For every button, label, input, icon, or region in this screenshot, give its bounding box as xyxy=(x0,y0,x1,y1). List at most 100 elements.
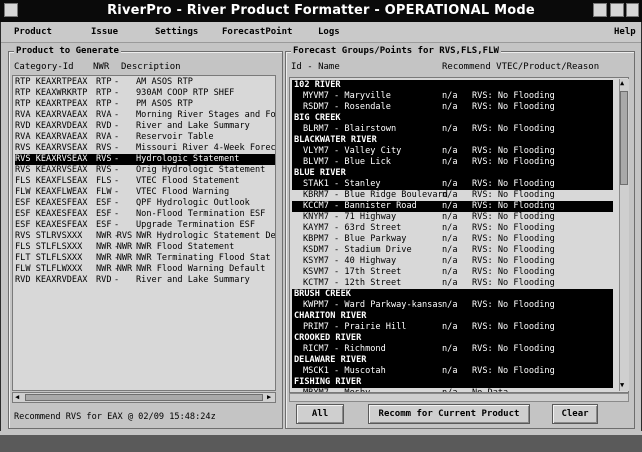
recommend-current-product-button[interactable]: Recomm for Current Product xyxy=(368,404,530,424)
forecast-group-header[interactable]: BRUSH CREEK xyxy=(292,289,613,300)
product-nwr: RVA xyxy=(96,110,112,120)
forecast-group-header[interactable]: CROOKED RIVER xyxy=(292,333,613,344)
forecast-group-header[interactable]: BLACKWATER RIVER xyxy=(292,135,613,146)
forecast-point-id: BLRM7 - Blairstown xyxy=(303,124,397,134)
forecast-point-vtec: n/a xyxy=(442,256,458,266)
menu-issue[interactable]: Issue xyxy=(91,27,118,37)
header-nwr: NWR xyxy=(93,62,110,72)
forecast-point-vtec: n/a xyxy=(442,179,458,189)
product-row[interactable]: RVS KEAXRVSEAX RVS - Missouri River 4-Week … xyxy=(15,143,275,154)
forecast-group-header[interactable]: CHARITON RIVER xyxy=(292,311,613,322)
forecast-point-id: PRIM7 - Prairie Hill xyxy=(303,322,407,332)
product-row[interactable]: RVS KEAXRVSEAX RVS - Orig Hydrologic Statem… xyxy=(15,165,275,176)
forecast-point-list[interactable]: 102 RIVER MYVM7 - Maryville n/a RVS: No Flo… xyxy=(289,77,629,393)
forecast-point-vtec: n/a xyxy=(442,234,458,244)
forecast-point-row[interactable]: VLYM7 - Valley City n/a RVS: No Flooding xyxy=(292,146,613,157)
product-row[interactable]: RTP KEAXWRKRTP RTP - 930AM COOP RTP SHEF xyxy=(15,88,275,99)
product-list-hscroll-thumb[interactable] xyxy=(25,394,263,401)
forecast-point-row[interactable]: KCTM7 - 12th Street n/a RVS: No Flooding xyxy=(292,278,613,289)
product-row[interactable]: FLT STLFLSXXX NWR NWR - NWR Terminating Flo… xyxy=(15,253,275,264)
forecast-point-id: RICM7 - Richmond xyxy=(303,344,386,354)
product-nwr: FLS xyxy=(96,176,112,186)
forecast-group-header[interactable]: 102 RIVER xyxy=(292,80,613,91)
forecast-list-vscroll-thumb[interactable] xyxy=(620,91,628,185)
product-row[interactable]: RVD KEAXRVDEAX RVD - River and Lake Summary xyxy=(15,121,275,132)
forecast-point-reason: RVS: No Flooding xyxy=(472,102,555,112)
forecast-point-row[interactable]: KSVM7 - 17th Street n/a RVS: No Flooding xyxy=(292,267,613,278)
forecast-point-row[interactable]: PRIM7 - Prairie Hill n/a RVS: No Flooding xyxy=(292,322,613,333)
product-row[interactable]: FLW KEAXFLWEAX FLW - VTEC Flood Warning xyxy=(15,187,275,198)
product-row[interactable]: RVA KEAXRVAEAX RVA - Morning River Stages a… xyxy=(15,110,275,121)
product-row[interactable]: ESF KEAXESFEAX ESF - Non-Flood Termination … xyxy=(15,209,275,220)
product-nwr: RVD xyxy=(96,275,112,285)
forecast-group-header[interactable]: BIG CREEK xyxy=(292,113,613,124)
menu-settings[interactable]: Settings xyxy=(155,27,198,37)
forecast-point-row[interactable]: KCCM7 - Bannister Road n/a RVS: No Floodin… xyxy=(292,201,613,212)
scroll-left-arrow-icon[interactable]: ◀ xyxy=(15,393,19,402)
product-description: NWR Flood Statement xyxy=(136,242,235,252)
forecast-point-row[interactable]: BLVM7 - Blue Lick n/a RVS: No Flooding xyxy=(292,157,613,168)
forecast-group-header[interactable]: DELAWARE RIVER xyxy=(292,355,613,366)
all-button[interactable]: All xyxy=(296,404,344,424)
forecast-point-vtec: n/a xyxy=(442,223,458,233)
forecast-point-row[interactable]: KSYM7 - 40 Highway n/a RVS: No Flooding xyxy=(292,256,613,267)
forecast-point-vtec: n/a xyxy=(442,300,458,310)
forecast-point-vtec: n/a xyxy=(442,322,458,332)
forecast-point-row[interactable]: BLRM7 - Blairstown n/a RVS: No Flooding xyxy=(292,124,613,135)
product-row[interactable]: RTP KEAXRTPEAX RTP - AM ASOS RTP xyxy=(15,77,275,88)
product-row[interactable]: RVD KEAXRVDEAX RVD - River and Lake Summary xyxy=(15,275,275,286)
scroll-up-arrow-icon[interactable]: ▲ xyxy=(620,79,624,88)
forecast-point-id: KSYM7 - 40 Highway xyxy=(303,256,397,266)
product-separator: - xyxy=(114,176,120,186)
forecast-point-row[interactable]: KBRM7 - Blue Ridge Boulevard n/a RVS: No F… xyxy=(292,190,613,201)
forecast-point-reason: RVS: No Flooding xyxy=(472,278,555,288)
menu-help[interactable]: Help xyxy=(614,27,636,37)
product-row[interactable]: RVS KEAXRVSEAX RVS - Hydrologic Statement xyxy=(15,154,275,165)
forecast-list-hscrollbar[interactable] xyxy=(289,393,629,402)
maximize-icon[interactable] xyxy=(610,3,624,17)
product-separator: - xyxy=(114,121,120,131)
forecast-point-row[interactable]: MYVM7 - Maryville n/a RVS: No Flooding xyxy=(292,91,613,102)
forecast-group-header[interactable]: FISHING RIVER xyxy=(292,377,613,388)
forecast-point-row[interactable]: RICM7 - Richmond n/a RVS: No Flooding xyxy=(292,344,613,355)
forecast-point-row[interactable]: KAYM7 - 63rd Street n/a RVS: No Flooding xyxy=(292,223,613,234)
scroll-down-arrow-icon[interactable]: ▼ xyxy=(620,381,624,390)
forecast-point-vtec: n/a xyxy=(442,245,458,255)
product-description: Upgrade Termination ESF xyxy=(136,220,255,230)
product-list[interactable]: RTP KEAXRTPEAX RTP - AM ASOS RTP RTP KEAXWRK… xyxy=(12,75,276,391)
forecast-point-row[interactable]: KSDM7 - Stadium Drive n/a RVS: No Flooding xyxy=(292,245,613,256)
forecast-point-row[interactable]: MSCK1 - Muscotah n/a RVS: No Flooding xyxy=(292,366,613,377)
product-category-id: FLS KEAXFLSEAX xyxy=(15,176,88,186)
product-row[interactable]: RVS STLRVSXXX NWR RVS - NWR Hydrologic Stat… xyxy=(15,231,275,242)
menu-product[interactable]: Product xyxy=(14,27,52,37)
scroll-right-arrow-icon[interactable]: ▶ xyxy=(267,393,271,402)
product-separator: - xyxy=(114,275,120,285)
forecast-point-row[interactable]: KBPM7 - Blue Parkway n/a RVS: No Flooding xyxy=(292,234,613,245)
clear-button[interactable]: Clear xyxy=(552,404,598,424)
product-category-id: FLS STLFLSXXX xyxy=(15,242,83,252)
product-row[interactable]: FLS KEAXFLSEAX FLS - VTEC Flood Statement xyxy=(15,176,275,187)
window-menu-icon[interactable] xyxy=(4,3,18,17)
forecast-point-id: KNYM7 - 71 Highway xyxy=(303,212,397,222)
forecast-point-vtec: n/a xyxy=(442,190,458,200)
product-row[interactable]: FLW STLFLWXXX NWR NWR - NWR Flood Warning D… xyxy=(15,264,275,275)
forecast-point-row[interactable]: KNYM7 - 71 Highway n/a RVS: No Flooding xyxy=(292,212,613,223)
forecast-group-header[interactable]: BLUE RIVER xyxy=(292,168,613,179)
product-row[interactable]: RVA KEAXRVAEAX RVA - Reservoir Table xyxy=(15,132,275,143)
menu-forecastpoint[interactable]: ForecastPoint xyxy=(222,27,292,37)
product-row[interactable]: ESF KEAXESFEAX ESF - QPF Hydrologic Outlook xyxy=(15,198,275,209)
close-icon[interactable] xyxy=(626,3,639,17)
forecast-point-reason: RVS: No Flooding xyxy=(472,344,555,354)
product-separator: - xyxy=(114,253,120,263)
forecast-point-row[interactable]: RSDM7 - Rosendale n/a RVS: No Flooding xyxy=(292,102,613,113)
product-separator: - xyxy=(114,220,120,230)
product-separator: - xyxy=(114,209,120,219)
product-row[interactable]: FLS STLFLSXXX NWR NWR - NWR Flood Statement xyxy=(15,242,275,253)
menu-logs[interactable]: Logs xyxy=(318,27,340,37)
product-row[interactable]: ESF KEAXESFEAX ESF - Upgrade Termination ES… xyxy=(15,220,275,231)
forecast-point-row[interactable]: STAK1 - Stanley n/a RVS: No Flooding xyxy=(292,179,613,190)
forecast-point-row[interactable]: KWPM7 - Ward Parkway-kansas n/a RVS: No Fl… xyxy=(292,300,613,311)
product-row[interactable]: RTP KEAXRTPEAX RTP - PM ASOS RTP xyxy=(15,99,275,110)
minimize-icon[interactable] xyxy=(593,3,607,17)
forecast-point-vtec: n/a xyxy=(442,212,458,222)
